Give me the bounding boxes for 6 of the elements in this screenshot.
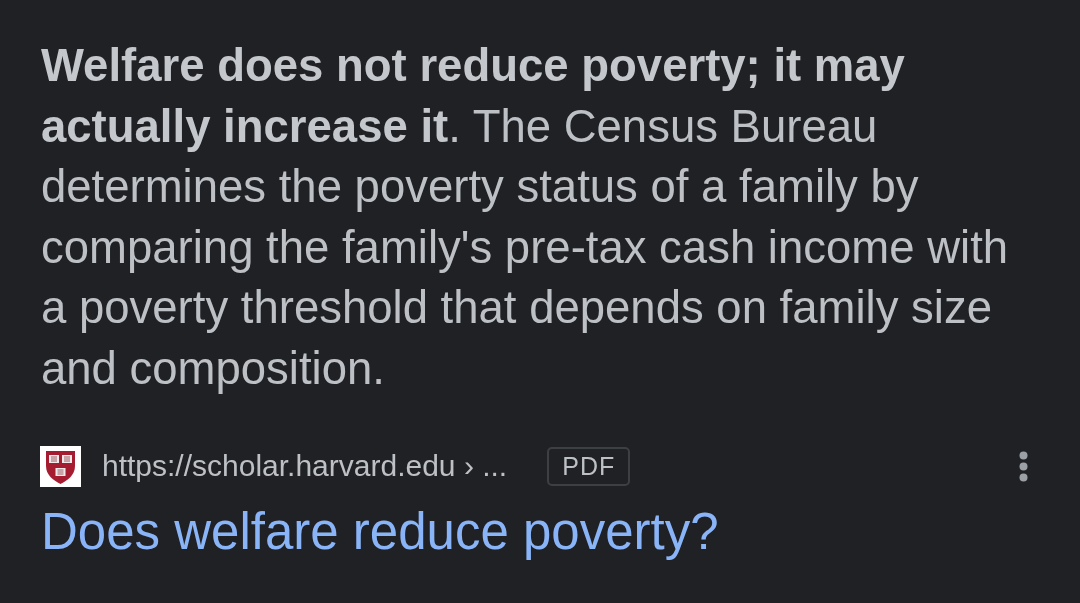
result-title-link[interactable]: Does welfare reduce poverty? [41, 501, 719, 562]
result-url: https://scholar.harvard.edu › ... [102, 449, 508, 484]
file-type-tag: PDF [547, 446, 631, 486]
snippet-paragraph: Welfare does not reduce poverty; it may actually increase it. The Census Bureau determines the poverty status of a family by comparing the family's pre-tax cash income with a poverty threshold that depends on family size and composition. [41, 39, 1010, 396]
shield-icon [40, 445, 81, 487]
more-options-icon[interactable] [1019, 450, 1028, 482]
